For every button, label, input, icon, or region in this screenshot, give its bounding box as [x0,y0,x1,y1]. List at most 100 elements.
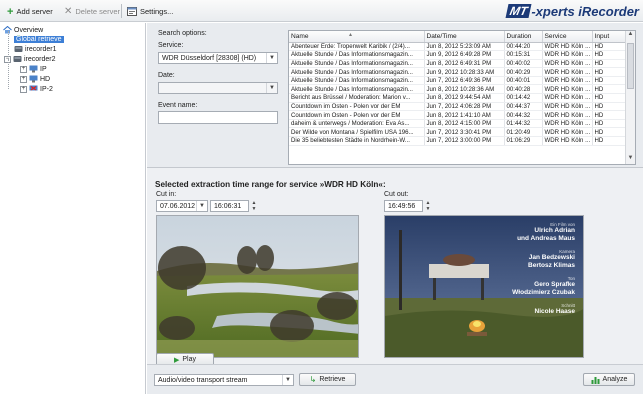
tree-item-label: IP-2 [40,85,53,93]
server-icon [14,46,23,52]
stream-type-select[interactable]: Audio/video transport stream ▼ [154,374,294,386]
date-select[interactable]: ▼ [158,82,278,94]
play-icon: ▶ [173,356,180,364]
add-server-button[interactable]: + Add server [7,5,53,18]
table-cell: 00:40:29 [504,67,543,77]
table-row[interactable]: Countdown im Osten - Polen vor der EM Jun… [289,110,626,120]
table-cell: HD [592,76,626,86]
table-body: Abenteuer Erde: Tropenwelt Karibik / (2/… [289,42,626,146]
column-header-service[interactable]: Service [542,31,593,43]
table-cell: Aktuelle Stunde / Das Informationsmagazi… [289,84,425,95]
table-cell: WDR HD Köln ... [542,59,593,69]
cut-out-time-input[interactable]: 16:49:56 [384,200,423,212]
table-cell: Abenteuer Erde: Tropenwelt Karibik / (2/… [289,42,425,52]
table-row[interactable]: Die 35 beliebtesten Städte in Nordrhein-… [289,136,626,146]
table-row[interactable]: daheim & unterwegs / Moderation: Eva As.… [289,119,626,129]
credit-name: Bertosz Klimas [528,262,575,270]
table-cell: Aktuelle Stunde / Das Informationsmagazi… [289,67,425,77]
scroll-up-icon[interactable]: ▲ [626,31,635,40]
tree-item-ip[interactable]: + IP [20,64,47,74]
search-panel: Search options: Service: WDR Düsseldorf … [147,23,643,168]
analyze-button[interactable]: Analyze [583,373,635,386]
chevron-down-icon: ▼ [266,83,277,93]
table-row[interactable]: Abenteuer Erde: Tropenwelt Karibik / (2/… [289,42,626,52]
column-header-name[interactable]: Name [289,31,425,43]
search-options-label: Search options: [158,30,207,37]
close-icon: ✕ [64,5,73,17]
table-cell: 01:06:29 [504,136,543,146]
error-network-icon [29,85,38,91]
cut-in-date-value: 07.06.2012 [160,202,196,210]
column-header-duration[interactable]: Duration [504,31,543,43]
table-row[interactable]: Aktuelle Stunde / Das Informationsmagazi… [289,84,626,95]
tree-item-irecorder1[interactable]: irecorder1 [14,44,57,54]
tree-item-label: HD [40,75,51,83]
table-row[interactable]: Countdown im Osten - Polen vor der EM Jun… [289,102,626,112]
plus-icon: + [7,5,14,18]
credit-name: Jan Bedzewski [528,254,575,262]
network-icon [29,75,38,83]
bar-chart-icon [591,376,600,384]
table-cell: 00:40:28 [504,84,543,95]
expand-toggle-icon[interactable]: + [20,65,27,73]
cut-in-time-spinner-icon[interactable]: ▲ ▼ [250,200,258,212]
expand-toggle-icon[interactable]: + [20,75,27,83]
retrieve-label: Retrieve [319,376,346,383]
credit-caption: Schnitt [561,302,575,308]
table-row[interactable]: Aktuelle Stunde / Das Informationsmagazi… [289,76,626,86]
credit-caption: Kamera [559,248,575,254]
chevron-down-icon: ▼ [282,375,293,385]
cut-in-date-select[interactable]: 07.06.2012 ▼ [156,200,208,212]
credit-name: Nicole Haase [534,308,575,316]
table-row[interactable]: Aktuelle Stunde / Das Informationsmagazi… [289,50,626,60]
scroll-down-icon[interactable]: ▼ [626,155,635,164]
brand-logo-mark: MT [505,4,532,18]
settings-label: Settings... [140,7,174,16]
cut-out-time-spinner-icon[interactable]: ▲ ▼ [424,200,432,212]
column-header-input[interactable]: Input [592,31,626,43]
tree-item-hd[interactable]: + HD [20,74,50,84]
bottom-bar: Audio/video transport stream ▼ ↳ Retriev… [147,364,643,394]
service-select[interactable]: WDR Düsseldorf [28308] (HD) ▼ [158,52,278,64]
table-row[interactable]: Bericht aus Brüssel / Moderation: Marion… [289,93,626,103]
toolbar: + Add server ✕ Delete server Settings...… [0,0,643,22]
table-scrollbar[interactable]: ▲ ▼ [625,31,635,164]
recordings-table: Name Date/Time Duration Service Input Ab… [288,30,636,165]
settings-button[interactable]: Settings... [127,5,173,18]
table-cell: WDR HD Köln ... [542,50,593,60]
retrieve-button[interactable]: ↳ Retrieve [299,373,356,386]
table-cell: Jun 7, 2012 3:00:00 PM [424,136,505,146]
tree-item-ip-2[interactable]: + IP-2 [20,84,53,94]
table-row[interactable]: Der Wilde von Montana / Spielfilm USA 19… [289,127,626,138]
table-cell: Countdown im Osten - Polen vor der EM [289,110,425,120]
table-cell: 00:44:37 [504,102,543,112]
table-cell: Jun 9, 2012 10:28:33 AM [424,67,505,77]
table-row[interactable]: Aktuelle Stunde / Das Informationsmagazi… [289,59,626,69]
table-cell: 00:14:42 [504,93,543,103]
expand-toggle-icon[interactable]: + [20,85,27,93]
table-cell: Aktuelle Stunde / Das Informationsmagazi… [289,50,425,60]
table-cell: Jun 8, 2012 5:23:09 AM [424,42,505,52]
tree-item-irecorder2[interactable]: − irecorder2 [4,54,56,64]
cut-in-time-input[interactable]: 16:06:31 [210,200,249,212]
delete-server-button[interactable]: ✕ Delete server [64,5,120,18]
table-cell: WDR HD Köln ... [542,42,593,52]
main-panel: Search options: Service: WDR Düsseldorf … [147,23,643,394]
chevron-down-icon: ▼ [196,201,207,211]
table-cell: HD [592,127,626,138]
column-header-datetime[interactable]: Date/Time [424,31,505,43]
table-row[interactable]: Aktuelle Stunde / Das Informationsmagazi… [289,67,626,77]
cut-out-time-value: 16:49:56 [388,202,416,210]
event-name-input[interactable] [158,111,278,124]
tree-item-global-retrieve[interactable]: Global retrieve [14,34,64,44]
tree-item-overview[interactable]: Overview [3,25,43,35]
table-cell: WDR HD Köln ... [542,93,593,103]
table-cell: WDR HD Köln ... [542,84,593,95]
scrollbar-thumb[interactable] [627,43,634,89]
play-label: Play [182,356,196,363]
tree-line [8,31,9,59]
credit-name: Gero Sprafke [534,281,575,289]
table-cell: HD [592,67,626,77]
table-cell: 00:44:32 [504,110,543,120]
credit-caption: Ton [567,275,575,281]
